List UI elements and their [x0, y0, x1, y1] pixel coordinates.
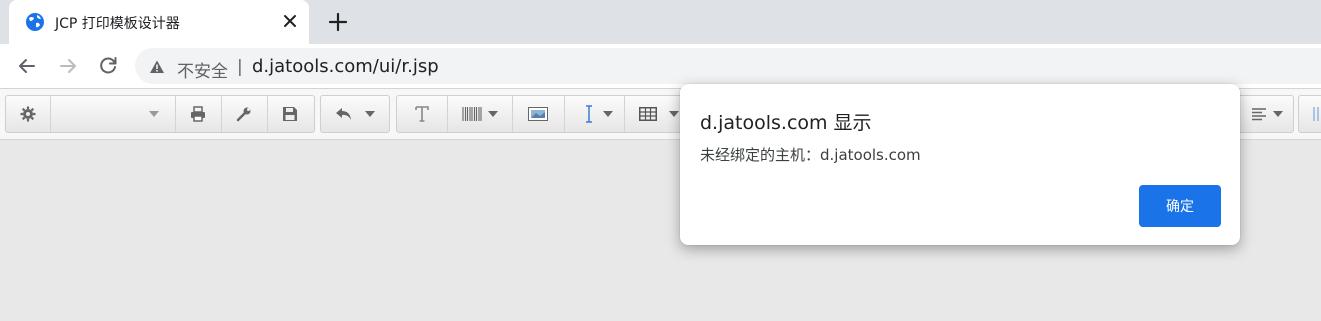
line-button[interactable]: [565, 96, 625, 132]
column-icon: [1313, 107, 1319, 121]
tools-button[interactable]: [222, 96, 268, 132]
forward-icon[interactable]: [56, 54, 80, 78]
navigation-bar: 不安全 | d.jatools.com/ui/r.jsp: [0, 44, 1321, 88]
chevron-down-icon: [149, 111, 159, 117]
close-tab-icon[interactable]: [279, 10, 301, 32]
security-label[interactable]: 不安全: [177, 57, 228, 82]
chevron-down-icon: [669, 111, 679, 117]
save-button[interactable]: [268, 96, 313, 132]
url-text[interactable]: d.jatools.com/ui/r.jsp: [252, 56, 439, 77]
dialog-title: d.jatools.com 显示: [700, 112, 872, 134]
text-icon: [415, 106, 429, 122]
chevron-down-icon: [365, 111, 375, 117]
ok-button[interactable]: 确定: [1139, 185, 1221, 227]
barcode-button[interactable]: [448, 96, 513, 132]
undo-button[interactable]: [321, 96, 389, 132]
save-icon: [283, 107, 297, 121]
back-icon[interactable]: [15, 54, 39, 78]
barcode-icon: [462, 107, 482, 121]
template-select[interactable]: [51, 96, 176, 132]
more-button[interactable]: [1299, 96, 1321, 132]
line-icon: [586, 105, 592, 123]
align-button[interactable]: [1241, 96, 1293, 132]
warning-icon[interactable]: [149, 59, 165, 75]
reload-icon[interactable]: [96, 54, 120, 78]
table-button[interactable]: [625, 96, 681, 132]
tab-strip: JCP 打印模板设计器: [0, 0, 1321, 44]
toolbar-group-edit: [320, 95, 390, 133]
alert-dialog: d.jatools.com 显示 未经绑定的主机：d.jatools.com 确…: [680, 84, 1240, 245]
table-icon: [639, 107, 657, 121]
toolbar-group-more: [1298, 95, 1321, 133]
new-tab-icon[interactable]: [326, 10, 350, 34]
toolbar-group-insert: [396, 95, 682, 133]
print-icon: [191, 106, 205, 122]
chevron-down-icon: [1273, 111, 1283, 117]
image-icon: [528, 107, 548, 121]
settings-button[interactable]: [6, 96, 51, 132]
chevron-down-icon: [488, 111, 498, 117]
text-button[interactable]: [397, 96, 448, 132]
globe-icon: [26, 13, 44, 31]
chevron-down-icon: [603, 111, 613, 117]
tab-title: JCP 打印模板设计器: [55, 16, 180, 32]
security-separator: |: [237, 57, 243, 77]
image-button[interactable]: [513, 96, 565, 132]
align-icon: [1252, 108, 1266, 121]
undo-icon: [336, 108, 351, 120]
address-bar[interactable]: 不安全 | d.jatools.com/ui/r.jsp: [135, 48, 1321, 84]
wrench-icon: [236, 107, 251, 122]
print-button[interactable]: [176, 96, 222, 132]
active-tab[interactable]: JCP 打印模板设计器: [9, 0, 309, 44]
dialog-message: 未经绑定的主机：d.jatools.com: [700, 146, 921, 164]
gear-icon: [20, 106, 36, 122]
toolbar-group-file: [5, 95, 315, 133]
